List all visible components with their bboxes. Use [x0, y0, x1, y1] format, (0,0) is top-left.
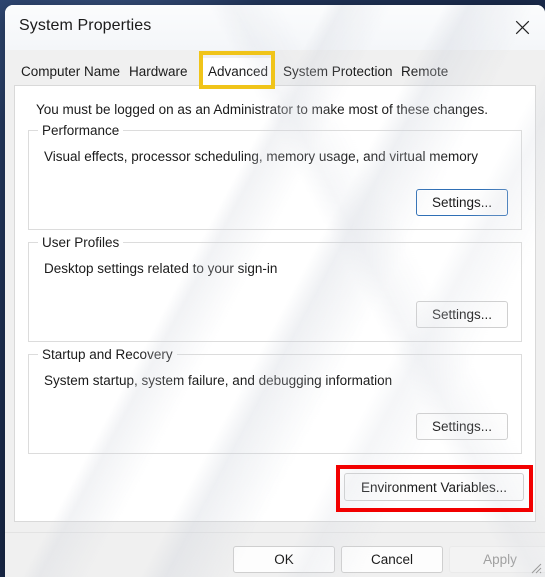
environment-variables-button[interactable]: Environment Variables...	[344, 473, 524, 501]
group-startup-recovery-title: Startup and Recovery	[38, 347, 177, 362]
title-bar: System Properties	[5, 5, 545, 50]
tab-system-protection[interactable]: System Protection	[276, 59, 400, 85]
group-user-profiles: User Profiles Desktop settings related t…	[28, 235, 522, 342]
group-startup-recovery: Startup and Recovery System startup, sys…	[28, 347, 522, 454]
tab-advanced[interactable]: Advanced	[201, 58, 276, 86]
tab-remote[interactable]: Remote	[394, 59, 455, 85]
window-title: System Properties	[19, 17, 152, 34]
group-performance-title: Performance	[38, 123, 124, 138]
administrator-note: You must be logged on as an Administrato…	[36, 102, 489, 117]
startup-recovery-settings-button[interactable]: Settings...	[416, 413, 508, 440]
tab-computer-name[interactable]: Computer Name	[14, 59, 127, 85]
group-performance-description: Visual effects, processor scheduling, me…	[44, 149, 478, 164]
ok-button[interactable]: OK	[233, 546, 335, 573]
group-performance: Performance Visual effects, processor sc…	[28, 123, 522, 230]
tab-hardware[interactable]: Hardware	[122, 59, 195, 85]
advanced-tab-panel: You must be logged on as an Administrato…	[14, 85, 536, 522]
footer-separator	[5, 532, 545, 533]
cancel-button[interactable]: Cancel	[341, 546, 443, 573]
resize-grip[interactable]	[530, 562, 542, 574]
performance-settings-button[interactable]: Settings...	[416, 189, 508, 216]
system-properties-dialog: System Properties Computer Name Hardware…	[5, 5, 545, 577]
group-user-profiles-title: User Profiles	[38, 235, 124, 250]
close-icon[interactable]	[499, 5, 545, 50]
tab-strip: Computer Name Hardware Advanced System P…	[5, 50, 545, 86]
group-user-profiles-description: Desktop settings related to your sign-in	[44, 261, 278, 276]
group-startup-recovery-description: System startup, system failure, and debu…	[44, 373, 393, 388]
user-profiles-settings-button[interactable]: Settings...	[416, 301, 508, 328]
